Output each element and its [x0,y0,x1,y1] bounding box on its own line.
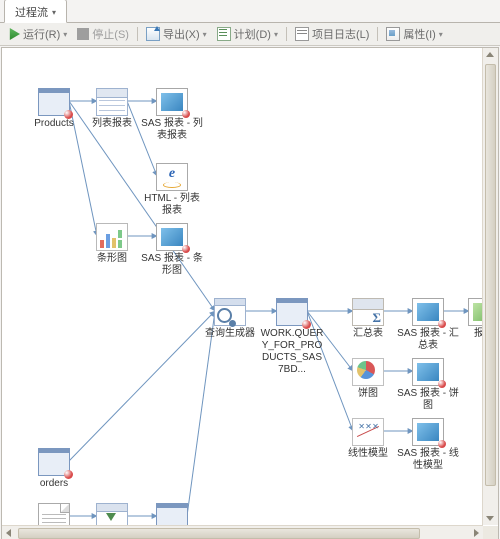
flow-node-workquery[interactable]: WORK.QUERY_FOR_PRODUCTS_SAS7BD... [260,298,324,376]
query-icon [214,298,246,326]
vertical-scrollbar[interactable] [482,48,498,525]
node-label: Products [34,118,73,130]
horizontal-scrollbar[interactable] [2,525,483,539]
flow-node-barchart[interactable]: 条形图 [80,223,144,265]
flow-node-sas_list[interactable]: SAS 报表 - 列表报表 [140,88,204,142]
chevron-down-icon: ▾ [439,30,443,39]
stop-icon [77,28,89,40]
table-icon [38,448,70,476]
node-label: SAS 报表 - 列表报表 [140,118,204,142]
tab-process-flow[interactable]: 过程流 ▾ [4,0,67,23]
flow-node-html_list[interactable]: HTML - 列表报表 [140,163,204,217]
pie-icon [352,358,384,386]
node-label: 查询生成器 [205,328,255,340]
node-label: SAS 报表 - 饼图 [396,388,460,412]
node-label: 线性模型 [348,448,388,460]
export-button[interactable]: 导出(X) ▾ [142,25,211,43]
run-icon [8,28,20,40]
node-label: 汇总表 [353,328,383,340]
report-icon [412,418,444,446]
node-label: 饼图 [358,388,378,400]
report-icon [412,358,444,386]
log-button[interactable]: 项目日志(L) [291,25,373,43]
summary-icon [352,298,384,326]
flow-node-linear[interactable]: 线性模型 [336,418,400,460]
listdata-icon [96,88,128,116]
flow-node-listrep[interactable]: 列表报表 [80,88,144,130]
linear-icon [352,418,384,446]
flow-node-sas_pie[interactable]: SAS 报表 - 饼图 [396,358,460,412]
report-icon [156,223,188,251]
node-label: 条形图 [97,253,127,265]
separator [377,27,378,41]
node-label: orders [40,478,68,490]
node-label: SAS 报表 - 汇总表 [396,328,460,352]
process-flow-canvas[interactable]: Products 列表报表 SAS 报表 - 列表报表 HTML - 列表报表条形图 S… [1,47,499,539]
flow-node-pie[interactable]: 饼图 [336,358,400,400]
log-icon [295,27,309,41]
flow-node-sas_linear[interactable]: SAS 报表 - 线性模型 [396,418,460,472]
node-label: 列表报表 [92,118,132,130]
plan-button[interactable]: 计划(D) ▾ [213,25,282,43]
table-icon [276,298,308,326]
scroll-corner [483,526,498,539]
tab-label: 过程流 [15,4,48,20]
run-button[interactable]: 运行(R) ▾ [4,25,71,43]
html-icon [156,163,188,191]
plan-icon [217,27,231,41]
node-label: SAS 报表 - 条形图 [140,253,204,277]
node-label: HTML - 列表报表 [140,193,204,217]
bar-icon [96,223,128,251]
properties-icon [386,27,400,41]
toolbar: 运行(R) ▾ 停止(S) 导出(X) ▾ 计划(D) ▾ 项目日志(L) 属性… [0,23,500,46]
node-label: SAS 报表 - 线性模型 [396,448,460,472]
stop-button: 停止(S) [73,25,133,43]
scroll-thumb[interactable] [485,64,496,486]
properties-button[interactable]: 属性(I) ▾ [382,25,446,43]
chevron-down-icon: ▾ [274,30,278,39]
scroll-thumb[interactable] [18,528,420,539]
separator [137,27,138,41]
flow-node-sas_summary[interactable]: SAS 报表 - 汇总表 [396,298,460,352]
chevron-down-icon: ▾ [52,8,56,17]
tab-strip: 过程流 ▾ [0,0,500,23]
flow-node-query[interactable]: 查询生成器 [198,298,262,340]
node-label: WORK.QUERY_FOR_PRODUCTS_SAS7BD... [260,328,324,376]
chevron-down-icon: ▾ [203,30,207,39]
report-icon [156,88,188,116]
flow-node-summary[interactable]: 汇总表 [336,298,400,340]
table-icon [38,88,70,116]
chevron-down-icon: ▾ [63,30,67,39]
flow-node-sas_bar[interactable]: SAS 报表 - 条形图 [140,223,204,277]
report-icon [412,298,444,326]
flow-node-orders[interactable]: orders [22,448,86,490]
flow-node-products[interactable]: Products [22,88,86,130]
export-icon [146,27,160,41]
separator [286,27,287,41]
